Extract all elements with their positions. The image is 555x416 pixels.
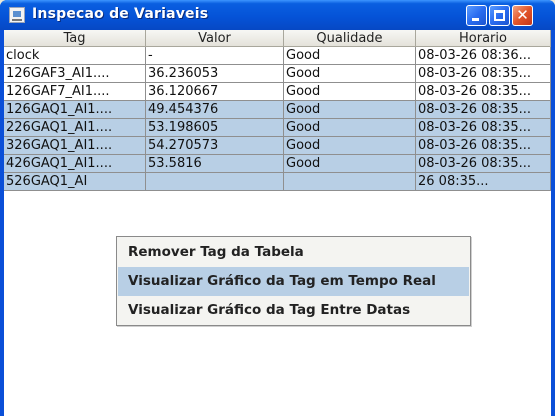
window-title: Inspecao de Variaveis	[32, 6, 209, 22]
cell-horario: 26 08:35...	[416, 173, 551, 191]
table-row[interactable]: 126GAQ1_AI1.... 49.454376 Good 08-03-26 08:…	[4, 101, 551, 119]
cell-tag: 226GAQ1_AI1....	[4, 119, 146, 137]
column-header-tag[interactable]: Tag	[4, 30, 146, 47]
minimize-button[interactable]	[466, 5, 487, 26]
cell-horario: 08-03-26 08:35...	[416, 155, 551, 173]
cell-tag: 126GAQ1_AI1....	[4, 101, 146, 119]
cell-horario: 08-03-26 08:35...	[416, 65, 551, 83]
cell-qualidade: Good	[284, 83, 416, 101]
cell-qualidade: Good	[284, 137, 416, 155]
cell-valor: 53.5816	[146, 155, 284, 173]
cell-tag: 126GAF7_AI1....	[4, 83, 146, 101]
column-header-qualidade[interactable]: Qualidade	[284, 30, 416, 47]
table-row[interactable]: 126GAF3_AI1.... 36.236053 Good 08-03-26 08:…	[4, 65, 551, 83]
table-row[interactable]: 226GAQ1_AI1.... 53.198605 Good 08-03-26 08:…	[4, 119, 551, 137]
column-header-horario[interactable]: Horario	[416, 30, 551, 47]
menu-item-grafico-tempo-real[interactable]: Visualizar Gráfico da Tag em Tempo Real	[118, 267, 469, 296]
table-row[interactable]: 526GAQ1_AI 26 08:35...	[4, 173, 551, 191]
cell-valor	[146, 173, 284, 191]
table-row[interactable]: 126GAF7_AI1.... 36.120667 Good 08-03-26 08:…	[4, 83, 551, 101]
cell-qualidade: Good	[284, 155, 416, 173]
title-bar[interactable]: Inspecao de Variaveis ✕	[0, 0, 555, 30]
cell-valor: -	[146, 47, 284, 65]
maximize-button[interactable]	[489, 5, 510, 26]
close-icon: ✕	[516, 6, 529, 24]
menu-item-remover-tag[interactable]: Remover Tag da Tabela	[118, 238, 469, 267]
window-app-icon	[9, 7, 25, 23]
cell-horario: 08-03-26 08:36...	[416, 47, 551, 65]
cell-qualidade: Good	[284, 47, 416, 65]
cell-valor: 36.236053	[146, 65, 284, 83]
column-header-valor[interactable]: Valor	[146, 30, 284, 47]
cell-tag: clock	[4, 47, 146, 65]
cell-tag: 526GAQ1_AI	[4, 173, 146, 191]
cell-horario: 08-03-26 08:35...	[416, 101, 551, 119]
cell-qualidade	[284, 173, 416, 191]
cell-valor: 36.120667	[146, 83, 284, 101]
app-window: Inspecao de Variaveis ✕ Tag Valor Qualid…	[0, 0, 555, 416]
close-button[interactable]: ✕	[512, 5, 533, 26]
window-content: Tag Valor Qualidade Horario clock - Good 08…	[4, 30, 551, 416]
cell-horario: 08-03-26 08:35...	[416, 83, 551, 101]
cell-qualidade: Good	[284, 119, 416, 137]
minimize-icon	[472, 18, 479, 21]
maximize-icon	[494, 10, 505, 21]
context-menu: Remover Tag da Tabela Visualizar Gráfico…	[116, 236, 471, 326]
cell-tag: 126GAF3_AI1....	[4, 65, 146, 83]
cell-qualidade: Good	[284, 101, 416, 119]
menu-item-grafico-entre-datas[interactable]: Visualizar Gráfico da Tag Entre Datas	[118, 296, 469, 325]
cell-valor: 49.454376	[146, 101, 284, 119]
cell-horario: 08-03-26 08:35...	[416, 119, 551, 137]
cell-horario: 08-03-26 08:35...	[416, 137, 551, 155]
table-row[interactable]: clock - Good 08-03-26 08:36...	[4, 47, 551, 65]
cell-valor: 54.270573	[146, 137, 284, 155]
cell-tag: 426GAQ1_AI1....	[4, 155, 146, 173]
cell-qualidade: Good	[284, 65, 416, 83]
cell-valor: 53.198605	[146, 119, 284, 137]
table-row[interactable]: 426GAQ1_AI1.... 53.5816 Good 08-03-26 08:35…	[4, 155, 551, 173]
table-row[interactable]: 326GAQ1_AI1.... 54.270573 Good 08-03-26 08:…	[4, 137, 551, 155]
cell-tag: 326GAQ1_AI1....	[4, 137, 146, 155]
